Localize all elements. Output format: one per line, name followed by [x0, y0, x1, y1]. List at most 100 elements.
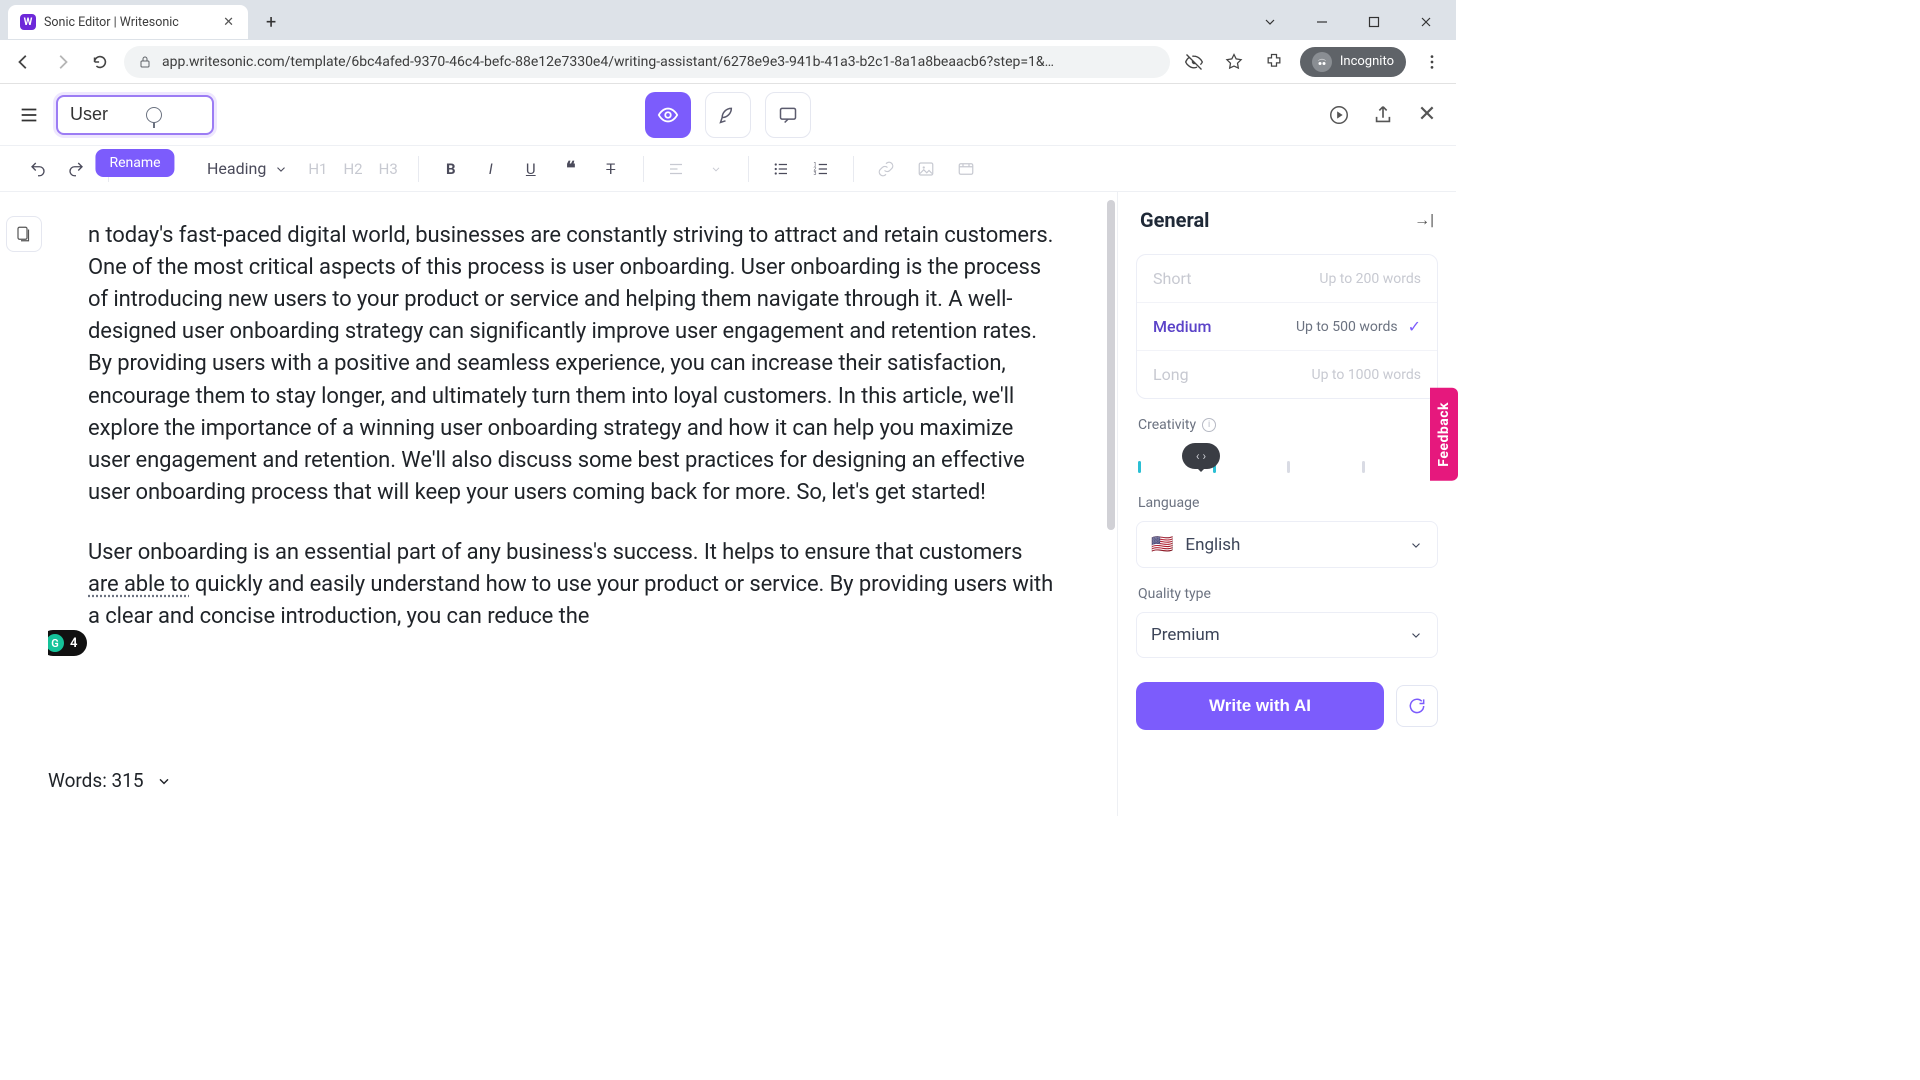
- close-tab-icon[interactable]: ✕: [221, 15, 236, 30]
- incognito-icon: [1312, 52, 1332, 72]
- extensions-icon[interactable]: [1260, 48, 1288, 76]
- app-header: Rename ✕: [0, 84, 1456, 146]
- h1-button[interactable]: H1: [302, 160, 333, 178]
- editor-column: n today's fast-paced digital world, busi…: [0, 192, 1118, 816]
- incognito-label: Incognito: [1340, 54, 1394, 69]
- document-body[interactable]: n today's fast-paced digital world, busi…: [88, 220, 1057, 633]
- format-toolbar: Heading H1 H2 H3 B I U ❝ T 123: [0, 146, 1456, 192]
- left-rail: [0, 192, 48, 816]
- browser-chrome: W Sonic Editor | Writesonic ✕ + app.writ…: [0, 0, 1456, 84]
- browser-tab[interactable]: W Sonic Editor | Writesonic ✕: [8, 5, 248, 39]
- sidebar-title: General: [1140, 208, 1209, 232]
- forward-button[interactable]: [48, 48, 76, 76]
- quality-value: Premium: [1151, 625, 1220, 645]
- grammar-suggestion[interactable]: are able to: [88, 572, 190, 597]
- paragraph-1[interactable]: n today's fast-paced digital world, busi…: [88, 220, 1057, 509]
- language-label: Language: [1138, 495, 1436, 511]
- word-count-label: Words: 315: [48, 769, 144, 792]
- rename-tooltip: Rename: [95, 149, 174, 177]
- h2-button[interactable]: H2: [337, 160, 368, 178]
- kebab-menu-icon[interactable]: [1418, 48, 1446, 76]
- underline-button[interactable]: U: [513, 151, 549, 187]
- bold-button[interactable]: B: [433, 151, 469, 187]
- chevron-down-icon[interactable]: [1248, 6, 1292, 38]
- write-row: Write with AI: [1136, 682, 1438, 730]
- doc-title-wrap: Rename: [56, 95, 214, 135]
- preview-button[interactable]: [645, 92, 691, 138]
- heading-dropdown[interactable]: Heading: [197, 153, 298, 184]
- window-controls: [1248, 6, 1448, 38]
- favicon-icon: W: [20, 14, 36, 30]
- back-button[interactable]: [10, 48, 38, 76]
- document-title-input[interactable]: [56, 95, 214, 135]
- h3-button[interactable]: H3: [373, 160, 404, 178]
- quality-select[interactable]: Premium: [1136, 612, 1438, 658]
- chevron-down-icon: [1409, 538, 1423, 552]
- close-panel-button[interactable]: ✕: [1414, 102, 1440, 128]
- address-bar: app.writesonic.com/template/6bc4afed-937…: [0, 40, 1456, 84]
- share-icon[interactable]: [1370, 102, 1396, 128]
- chat-button[interactable]: [765, 92, 811, 138]
- grammarly-badge[interactable]: G 4: [48, 630, 87, 656]
- quote-button[interactable]: ❝: [553, 151, 589, 187]
- regenerate-button[interactable]: [1396, 685, 1438, 727]
- tab-bar: W Sonic Editor | Writesonic ✕ +: [0, 0, 1456, 40]
- paragraph-2[interactable]: User onboarding is an essential part of …: [88, 537, 1057, 633]
- url-text: app.writesonic.com/template/6bc4afed-937…: [162, 54, 1054, 70]
- templates-button[interactable]: [6, 216, 42, 252]
- word-count[interactable]: Words: 315: [34, 759, 186, 802]
- length-selector: Short Up to 200 words Medium Up to 500 w…: [1136, 254, 1438, 399]
- star-icon[interactable]: [1220, 48, 1248, 76]
- lock-icon: [138, 55, 152, 69]
- address-bar-right: Incognito: [1180, 47, 1446, 77]
- clear-format-button[interactable]: T: [593, 151, 629, 187]
- heading-label: Heading: [207, 159, 266, 178]
- language-select[interactable]: 🇺🇸 English: [1136, 521, 1438, 568]
- write-with-ai-button[interactable]: Write with AI: [1136, 682, 1384, 730]
- check-icon: ✓: [1408, 317, 1421, 336]
- number-list-button[interactable]: 123: [803, 151, 839, 187]
- italic-button[interactable]: I: [473, 151, 509, 187]
- align-dropdown[interactable]: [698, 151, 734, 187]
- collapse-sidebar-button[interactable]: →|: [1414, 210, 1434, 230]
- play-circle-icon[interactable]: [1326, 102, 1352, 128]
- chevron-down-icon: [156, 773, 172, 789]
- header-center-tools: [645, 92, 811, 138]
- flag-us-icon: 🇺🇸: [1151, 534, 1173, 555]
- header-right: ✕: [1326, 102, 1440, 128]
- align-button[interactable]: [658, 151, 694, 187]
- document-scroll[interactable]: n today's fast-paced digital world, busi…: [48, 192, 1117, 816]
- boost-button[interactable]: [705, 92, 751, 138]
- new-tab-button[interactable]: +: [258, 8, 284, 37]
- grammarly-count: 4: [70, 636, 77, 651]
- slider-thumb[interactable]: ‹ ›: [1182, 443, 1220, 469]
- quality-label: Quality type: [1138, 586, 1436, 602]
- eye-off-icon[interactable]: [1180, 48, 1208, 76]
- grammarly-icon: G: [48, 634, 64, 652]
- svg-text:3: 3: [813, 171, 816, 177]
- creativity-slider[interactable]: ‹ ›: [1138, 443, 1436, 477]
- incognito-indicator[interactable]: Incognito: [1300, 47, 1406, 77]
- length-option-medium[interactable]: Medium Up to 500 words ✓: [1137, 302, 1437, 350]
- minimize-icon[interactable]: [1300, 6, 1344, 38]
- info-icon[interactable]: i: [1202, 418, 1216, 432]
- url-field[interactable]: app.writesonic.com/template/6bc4afed-937…: [124, 46, 1170, 78]
- tab-title: Sonic Editor | Writesonic: [44, 15, 213, 30]
- menu-button[interactable]: [16, 102, 42, 128]
- close-window-icon[interactable]: [1404, 6, 1448, 38]
- length-option-short[interactable]: Short Up to 200 words: [1137, 255, 1437, 302]
- reload-button[interactable]: [86, 48, 114, 76]
- bullet-list-button[interactable]: [763, 151, 799, 187]
- scrollbar-thumb[interactable]: [1107, 200, 1115, 530]
- language-value: English: [1185, 535, 1240, 555]
- length-option-long[interactable]: Long Up to 1000 words: [1137, 350, 1437, 398]
- link-button[interactable]: [868, 151, 904, 187]
- feedback-tab[interactable]: Feedback: [1430, 388, 1458, 481]
- sidebar: General →| Short Up to 200 words Medium …: [1118, 192, 1456, 816]
- undo-button[interactable]: [20, 151, 56, 187]
- image-button[interactable]: [908, 151, 944, 187]
- maximize-icon[interactable]: [1352, 6, 1396, 38]
- creativity-label: Creativity i: [1138, 417, 1436, 433]
- video-button[interactable]: [948, 151, 984, 187]
- redo-button[interactable]: [58, 151, 94, 187]
